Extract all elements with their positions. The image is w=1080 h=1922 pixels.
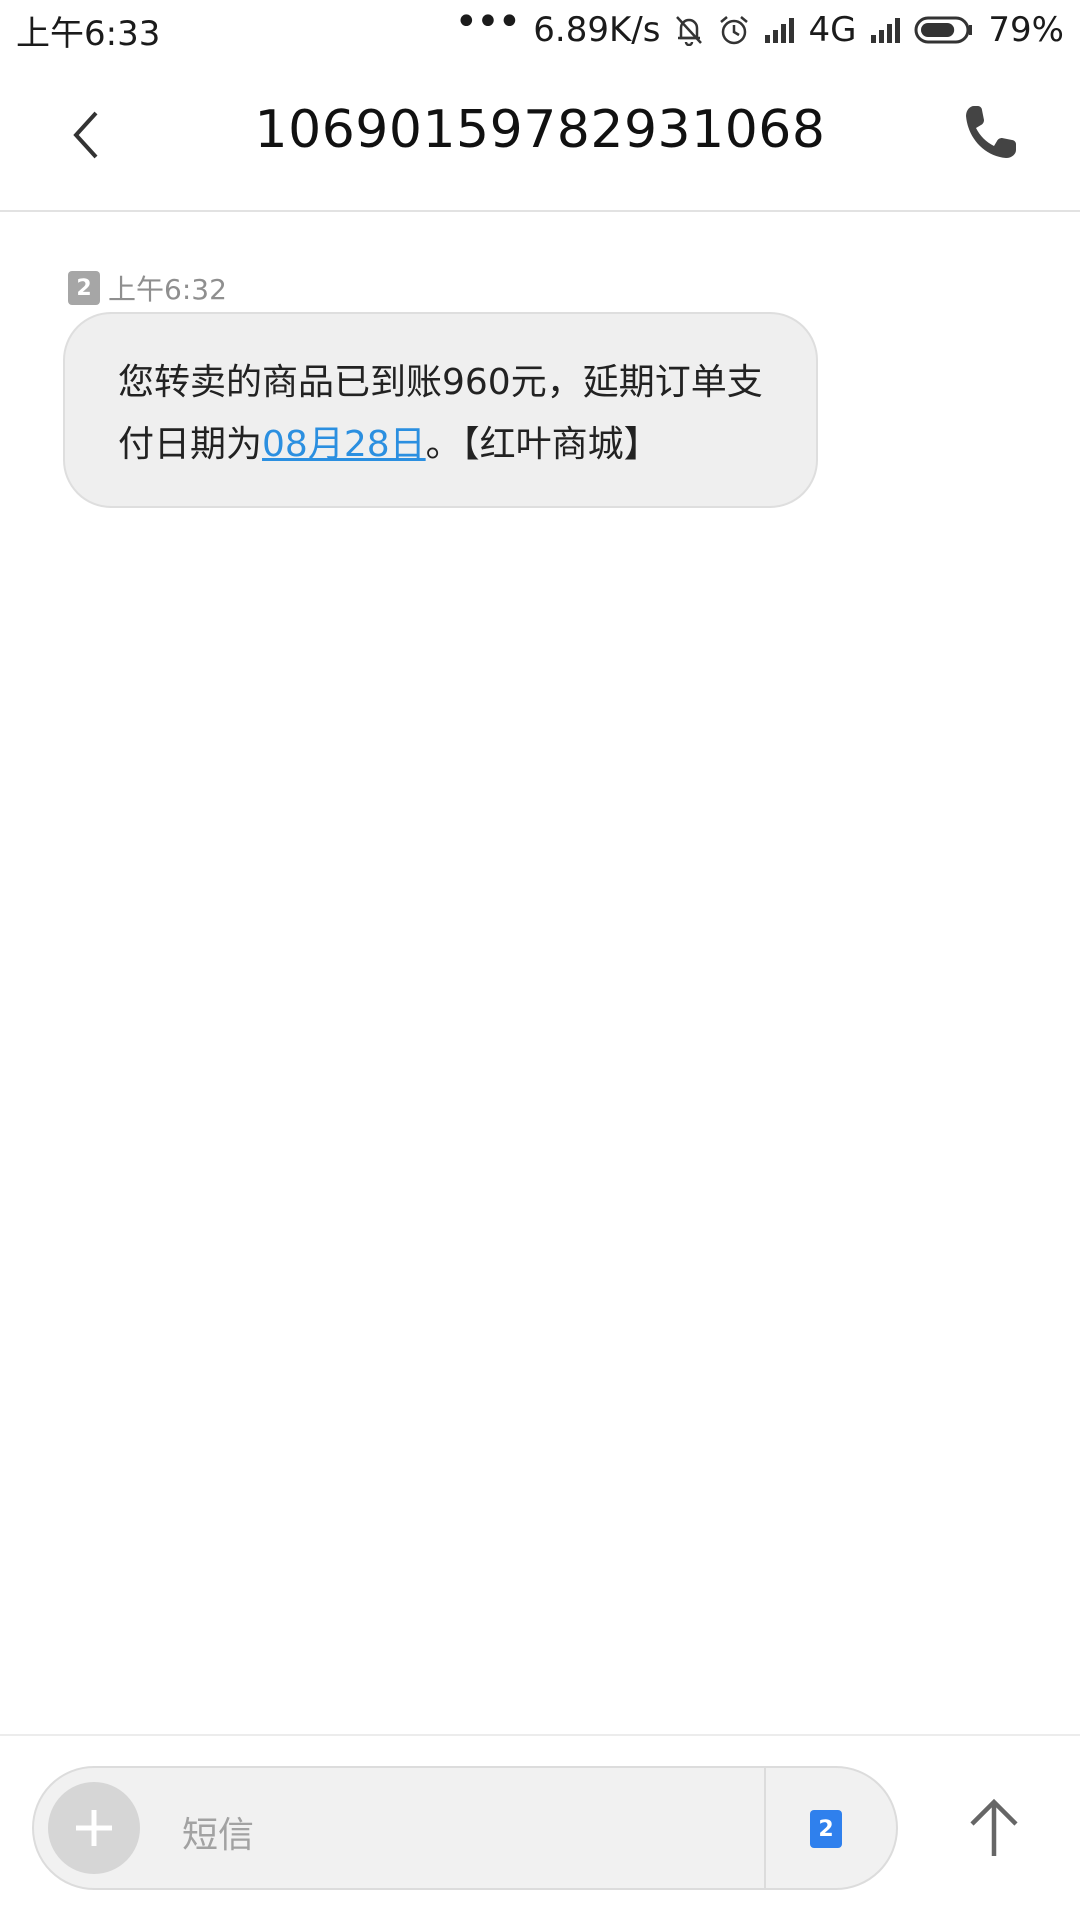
phone-icon — [966, 106, 1016, 158]
compose-field[interactable]: 短信 2 — [32, 1766, 898, 1890]
message-input-placeholder[interactable]: 短信 — [182, 1806, 254, 1858]
divider — [764, 1768, 766, 1888]
more-dots-icon: ••• — [454, 0, 521, 45]
message-time: 上午6:32 — [108, 273, 227, 306]
arrow-up-icon — [970, 1798, 1018, 1856]
message-text-end: 。【红叶商城】 — [425, 424, 660, 465]
message-bubble[interactable]: 您转卖的商品已到账960元，延期订单支付日期为08月28日。【红叶商城】 — [63, 312, 818, 508]
signal-icon — [764, 17, 795, 43]
mute-bell-icon — [674, 14, 704, 46]
battery-percent: 79% — [988, 10, 1064, 50]
conversation-header: 10690159782931068 — [0, 60, 1080, 212]
contact-title: 10690159782931068 — [254, 100, 826, 160]
send-button[interactable] — [966, 1796, 1022, 1860]
sim-badge: 2 — [68, 271, 100, 305]
plus-icon — [76, 1810, 112, 1846]
alarm-icon — [718, 14, 750, 46]
call-button[interactable] — [960, 100, 1020, 164]
status-time: 上午6:33 — [16, 13, 161, 54]
network-type: 4G — [808, 10, 857, 50]
net-speed: 6.89K/s — [533, 10, 661, 50]
add-attachment-button[interactable] — [48, 1782, 140, 1874]
message-meta: 2 上午6:32 — [68, 268, 227, 308]
sim-select-button[interactable]: 2 — [810, 1810, 842, 1848]
status-bar: 上午6:33 ••• 6.89K/s 4G 79% — [0, 0, 1080, 60]
battery-icon — [914, 16, 974, 44]
date-link[interactable]: 08月28日 — [262, 424, 426, 465]
signal-icon — [870, 17, 901, 43]
status-indicators: ••• 6.89K/s 4G 79% — [454, 0, 1064, 50]
compose-bar: 短信 2 — [0, 1734, 1080, 1922]
